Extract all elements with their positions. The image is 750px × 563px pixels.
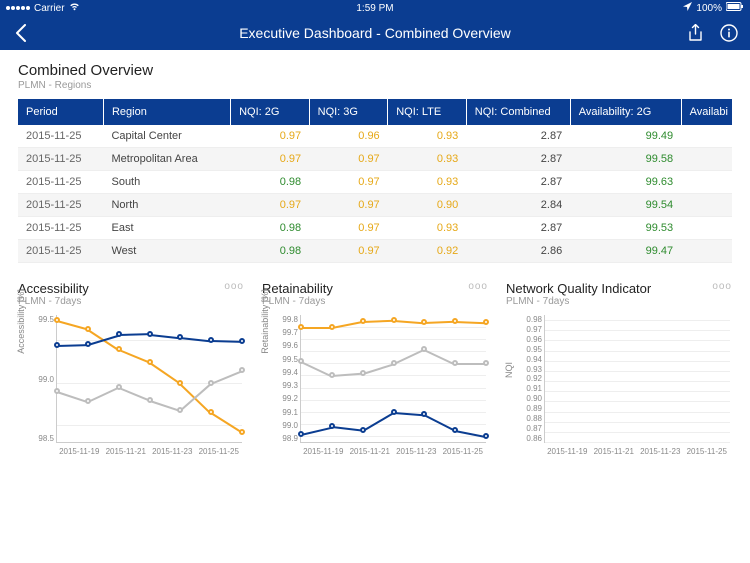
- nav-bar: Executive Dashboard - Combined Overview: [0, 16, 750, 50]
- battery-label: 100%: [696, 3, 722, 14]
- chart-title: Network Quality Indicator: [506, 281, 651, 296]
- section-title: Combined Overview: [18, 62, 732, 79]
- location-icon: [683, 2, 692, 14]
- chart-title: Retainability: [262, 281, 333, 296]
- chart-subtitle: PLMN - 7days: [506, 296, 651, 307]
- chart-more-button[interactable]: ooo: [224, 281, 244, 292]
- status-bar: Carrier 1:59 PM 100%: [0, 0, 750, 16]
- y-axis-label: Accessibility [%]: [16, 289, 26, 354]
- table-row[interactable]: 2015-11-25Capital Center0.970.960.932.87…: [18, 125, 732, 148]
- column-header[interactable]: Availabi: [681, 99, 732, 125]
- chart-title: Accessibility: [18, 281, 89, 296]
- chart-subtitle: PLMN - 7days: [18, 296, 89, 307]
- table-row[interactable]: 2015-11-25East0.980.970.932.8799.53: [18, 217, 732, 240]
- signal-dots-icon: [6, 6, 30, 10]
- chart-nqi: Network Quality Indicator PLMN - 7days o…: [506, 281, 732, 461]
- column-header[interactable]: NQI: 3G: [309, 99, 388, 125]
- wifi-icon: [69, 2, 80, 14]
- chart-retainability: Retainability PLMN - 7days ooo Retainabi…: [262, 281, 488, 461]
- share-button[interactable]: [686, 24, 704, 42]
- table-row[interactable]: 2015-11-25Metropolitan Area0.970.970.932…: [18, 148, 732, 171]
- page-title: Executive Dashboard - Combined Overview: [239, 25, 511, 41]
- column-header[interactable]: Period: [18, 99, 103, 125]
- overview-table: PeriodRegionNQI: 2GNQI: 3GNQI: LTENQI: C…: [18, 99, 732, 263]
- table-row[interactable]: 2015-11-25South0.980.970.932.8799.63: [18, 171, 732, 194]
- chart-accessibility: Accessibility PLMN - 7days ooo Accessibi…: [18, 281, 244, 461]
- chart-subtitle: PLMN - 7days: [262, 296, 333, 307]
- table-row[interactable]: 2015-11-25North0.970.970.902.8499.54: [18, 194, 732, 217]
- info-button[interactable]: [720, 24, 738, 42]
- carrier-label: Carrier: [34, 3, 65, 14]
- y-axis-label: NQI: [504, 362, 514, 378]
- back-button[interactable]: [12, 24, 30, 42]
- column-header[interactable]: Region: [103, 99, 230, 125]
- column-header[interactable]: NQI: 2G: [231, 99, 310, 125]
- column-header[interactable]: NQI: LTE: [388, 99, 467, 125]
- clock: 1:59 PM: [356, 3, 393, 14]
- battery-icon: [726, 2, 744, 14]
- column-header[interactable]: Availability: 2G: [570, 99, 681, 125]
- table-row[interactable]: 2015-11-25West0.980.970.922.8699.47: [18, 240, 732, 263]
- section-subtitle: PLMN - Regions: [18, 80, 732, 91]
- chart-more-button[interactable]: ooo: [468, 281, 488, 292]
- chart-more-button[interactable]: ooo: [712, 281, 732, 292]
- y-axis-label: Retainability [%]: [260, 289, 270, 354]
- column-header[interactable]: NQI: Combined: [466, 99, 570, 125]
